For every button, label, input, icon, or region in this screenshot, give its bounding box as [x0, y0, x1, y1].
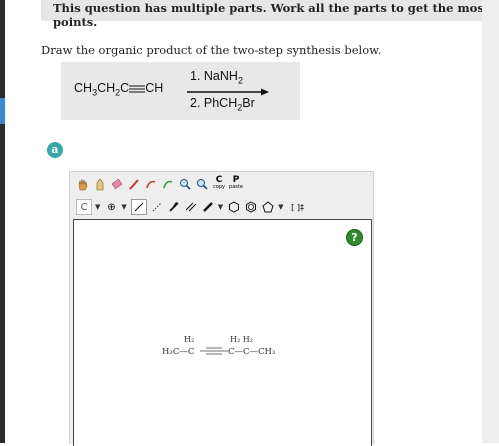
- bracket-tool[interactable]: [ ]‡: [288, 200, 308, 214]
- paste-button[interactable]: Ppaste: [229, 175, 243, 191]
- chevron-down-icon[interactable]: ▼: [121, 203, 126, 211]
- double-bond-icon[interactable]: [184, 200, 198, 214]
- reagent-sub: 2: [237, 75, 243, 86]
- copy-label: C: [215, 175, 223, 185]
- reagent-text: Br: [242, 96, 255, 110]
- drawing-canvas[interactable]: ? H₂ H₃C—C H₂ H₂ C—C—CH₃: [73, 219, 372, 446]
- zoom-in-icon[interactable]: [178, 177, 192, 191]
- help-icon[interactable]: ?: [346, 229, 363, 246]
- draw-tool-icon[interactable]: [127, 177, 141, 191]
- hexagon-ring-icon[interactable]: [227, 200, 241, 214]
- reactant-part: CH: [145, 81, 164, 95]
- single-bond-icon[interactable]: [130, 199, 147, 215]
- toolbar-row-1: Ccopy Ppaste: [76, 175, 246, 191]
- toolbar-row-2: C ▼ ⊕ ▼ ▼ ▼ [ ]‡: [76, 199, 311, 215]
- lasso-select-icon[interactable]: [93, 177, 107, 191]
- copy-button[interactable]: Ccopy: [212, 175, 226, 191]
- molecule-right-group: C—C—CH₃: [228, 347, 275, 357]
- paste-label: P: [232, 175, 240, 185]
- reactant-part: CH: [97, 81, 116, 95]
- paste-sublabel: paste: [229, 184, 243, 190]
- curved-arrow-green-icon[interactable]: [161, 177, 175, 191]
- reactant-part: CH: [74, 81, 93, 95]
- dashed-bond-icon[interactable]: [150, 200, 164, 214]
- element-selector[interactable]: C: [76, 199, 92, 215]
- chevron-down-icon[interactable]: ▼: [218, 203, 223, 211]
- reagent-text: 2. PhCH: [190, 96, 238, 110]
- pentagon-ring-icon[interactable]: [261, 200, 275, 214]
- hand-tool-icon[interactable]: [76, 177, 90, 191]
- banner-text: This question has multiple parts. Work a…: [53, 1, 490, 29]
- reactant-part: C: [120, 81, 130, 95]
- molecule-h2h2-label: H₂ H₂: [230, 335, 253, 344]
- structure-editor: Ccopy Ppaste C ▼ ⊕ ▼ ▼ ▼ [ ]‡ ? H₂ H₃C—C…: [69, 171, 374, 446]
- molecule-left-group: H₃C—C: [162, 347, 194, 357]
- page-left-edge: [0, 0, 5, 443]
- charge-plus-icon[interactable]: ⊕: [104, 200, 118, 214]
- question-instruction: Draw the organic product of the two-step…: [41, 43, 382, 57]
- reagent-step-2: 2. PhCH2Br: [190, 96, 255, 113]
- drawn-product-structure[interactable]: H₂ H₃C—C H₂ H₂ C—C—CH₃: [162, 333, 332, 367]
- benzene-ring-icon[interactable]: [244, 200, 258, 214]
- reaction-arrow-icon: [187, 88, 269, 96]
- eraser-icon[interactable]: [110, 177, 124, 191]
- zoom-out-icon[interactable]: [195, 177, 209, 191]
- reaction-scheme: CH3CH2C CH 1. NaNH2 2. PhCH2Br: [61, 62, 300, 120]
- reactant-formula: CH3CH2C CH: [74, 81, 163, 98]
- molecule-h2-label: H₂: [184, 335, 194, 344]
- copy-sublabel: copy: [213, 184, 225, 190]
- reagent-step-1: 1. NaNH2: [190, 69, 243, 86]
- multipart-banner: This question has multiple parts. Work a…: [41, 0, 499, 29]
- curved-arrow-red-icon[interactable]: [144, 177, 158, 191]
- reagent-text: 1. NaNH: [190, 69, 238, 83]
- part-a-badge: a: [47, 142, 63, 158]
- triple-bond-icon: [129, 85, 146, 93]
- chevron-down-icon[interactable]: ▼: [278, 203, 283, 211]
- chevron-down-icon[interactable]: ▼: [95, 203, 100, 211]
- page-right-gutter: [482, 0, 499, 443]
- wedge-bond-icon[interactable]: [167, 200, 181, 214]
- bold-bond-icon[interactable]: [201, 200, 215, 214]
- active-question-marker: [0, 98, 5, 124]
